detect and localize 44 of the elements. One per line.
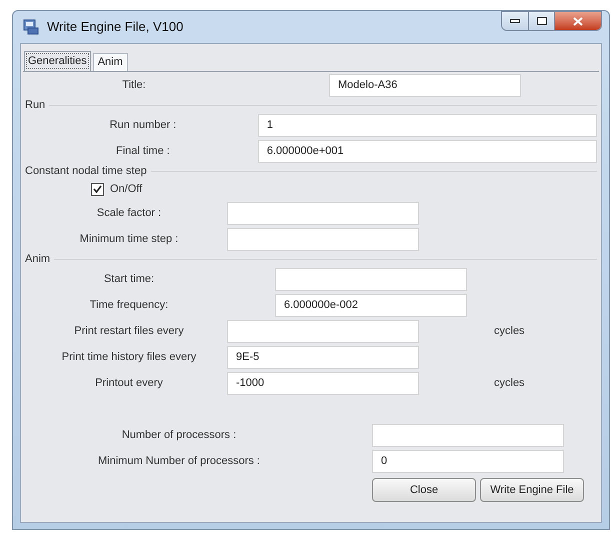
field-label: Run number : [108, 118, 178, 133]
field-label: Title: [121, 78, 147, 93]
section-heading: Run [25, 98, 46, 113]
tab[interactable]: Anim [92, 53, 128, 71]
minimize-button[interactable] [502, 12, 529, 30]
input-field[interactable]: -1000 [227, 372, 419, 394]
dialog-button[interactable]: Write Engine File [480, 478, 584, 502]
maximize-button[interactable] [529, 12, 555, 30]
input-field[interactable] [227, 202, 419, 224]
close-icon [573, 16, 583, 26]
field-label: Printout every [94, 376, 164, 391]
dialog-button[interactable]: Close [372, 478, 476, 502]
field-label: Number of processors : [120, 428, 238, 443]
input-field[interactable]: 6.000000e-002 [275, 294, 467, 316]
maximize-icon [536, 17, 546, 25]
checkmark-icon [93, 185, 102, 193]
unit-label: cycles [494, 324, 525, 339]
input-field[interactable]: 1 [258, 114, 597, 136]
input-field[interactable]: 6.000000e+001 [258, 140, 597, 162]
field-label: Print time history files every [60, 350, 198, 365]
input-field[interactable]: Modelo-A36 [329, 74, 521, 96]
input-field[interactable] [372, 424, 564, 446]
section-heading: Anim [25, 252, 52, 267]
checkbox[interactable] [91, 182, 104, 196]
unit-label: cycles [494, 376, 525, 391]
input-field[interactable] [227, 320, 419, 342]
field-label: Scale factor : [96, 206, 162, 221]
app-icon [23, 19, 39, 35]
section-heading: Constant nodal time step [25, 164, 148, 179]
field-label: Print restart files every [73, 324, 185, 339]
field-label: Time frequency: [88, 298, 170, 313]
checkbox-label: On/Off [110, 182, 142, 197]
field-label: Minimum time step : [78, 232, 180, 247]
input-field[interactable]: 9E-5 [227, 346, 419, 368]
window-title: Write Engine File, V100 [47, 18, 184, 36]
input-field[interactable] [275, 268, 467, 290]
close-window-button[interactable] [555, 12, 601, 30]
tab[interactable]: Generalities [24, 51, 91, 71]
field-label: Final time : [115, 144, 171, 159]
input-field[interactable] [227, 228, 419, 250]
input-field[interactable]: 0 [372, 450, 564, 472]
minimize-icon [510, 19, 520, 23]
field-label: Minimum Number of processors : [97, 454, 261, 469]
field-label: Start time: [102, 272, 156, 287]
